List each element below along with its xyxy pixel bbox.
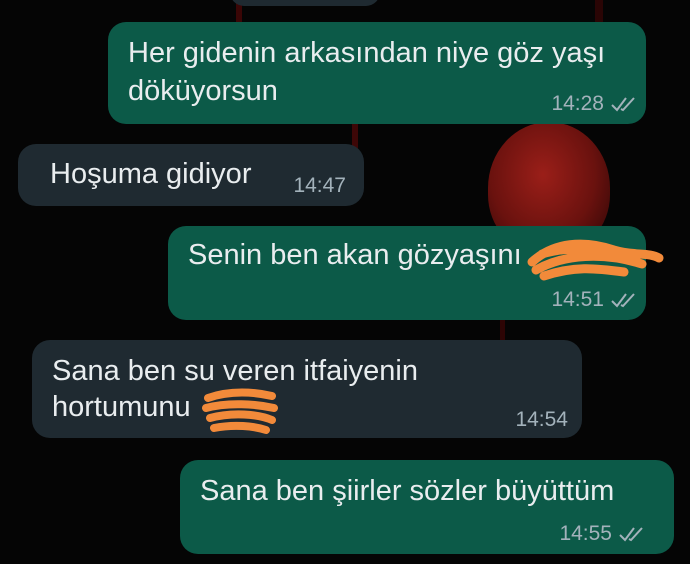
- double-check-icon: [611, 293, 635, 308]
- message-text: Senin ben akan gözyaşını: [188, 239, 522, 271]
- double-check-icon: [619, 527, 643, 542]
- message-time: 14:55: [559, 522, 612, 545]
- message-text-line: Her gidenin arkasından niye göz yaşı: [128, 37, 606, 69]
- message-time: 14:47: [293, 174, 346, 197]
- redaction-scribble: [202, 388, 278, 434]
- message-meta: 14:54: [515, 408, 568, 432]
- message-meta: 14:28: [551, 92, 638, 116]
- outgoing-message-bubble[interactable]: Senin ben akan gözyaşını 14:51: [168, 226, 664, 320]
- incoming-message-bubble[interactable]: Hoşuma gidiyor 14:47: [18, 144, 364, 206]
- double-check-icon: [611, 97, 635, 112]
- previous-message-bubble[interactable]: [230, 0, 380, 6]
- redaction-scribble: [527, 239, 664, 281]
- message-time: 14:28: [551, 92, 604, 115]
- incoming-message-bubble[interactable]: Sana ben su veren itfaiyenin hortumunu 1…: [32, 340, 582, 438]
- message-meta: 14:51: [551, 288, 638, 312]
- message-text-line: hortumunu: [52, 391, 191, 423]
- message-time: 14:54: [515, 408, 568, 431]
- message-time: 14:51: [551, 288, 604, 311]
- message-text-line: döküyorsun: [128, 75, 278, 107]
- message-meta: 14:55: [559, 522, 646, 546]
- outgoing-message-bubble[interactable]: Sana ben şiirler sözler büyüttüm 14:55: [180, 460, 674, 554]
- message-text-line: Sana ben su veren itfaiyenin: [52, 355, 418, 387]
- outgoing-message-bubble[interactable]: Her gidenin arkasından niye göz yaşı dök…: [108, 22, 646, 124]
- message-text: Sana ben şiirler sözler büyüttüm: [200, 475, 615, 507]
- message-text: Hoşuma gidiyor: [50, 158, 252, 190]
- message-meta: 14:47: [293, 174, 346, 198]
